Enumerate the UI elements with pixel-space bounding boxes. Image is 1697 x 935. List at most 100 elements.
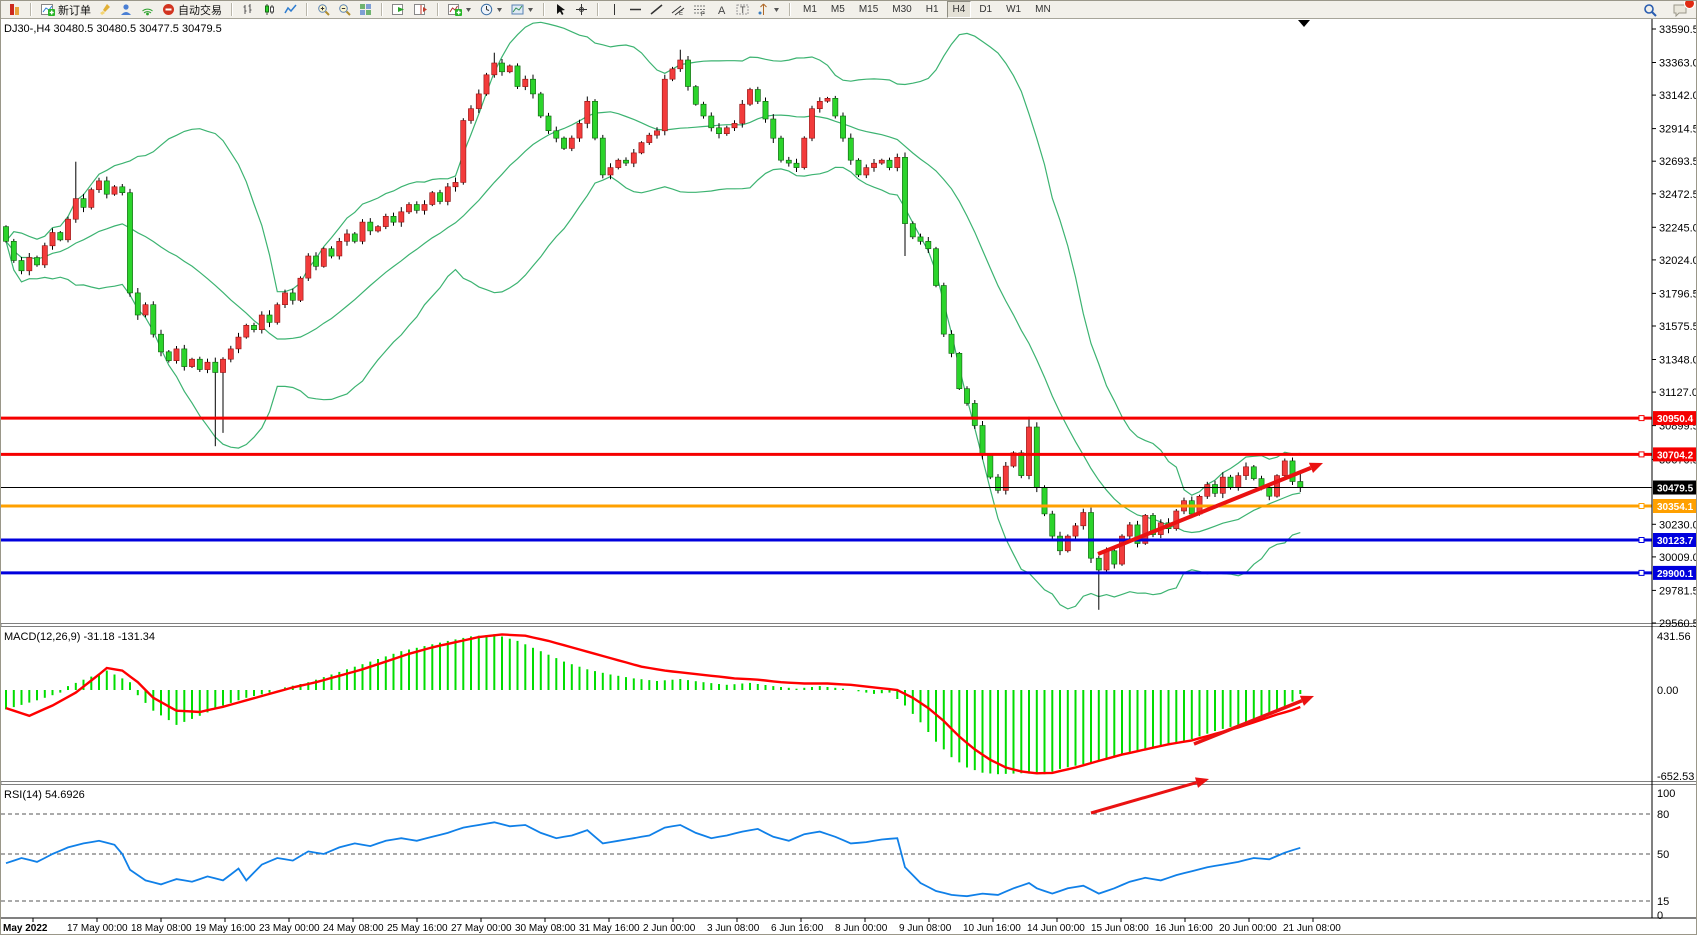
timeframe-m1-button[interactable]: M1 (797, 1, 823, 18)
template-icon (511, 3, 524, 16)
resistance-1-handle[interactable] (1639, 416, 1644, 421)
candle-body (205, 362, 210, 369)
templates-button[interactable] (507, 1, 538, 18)
timeframe-m15-button[interactable]: M15 (853, 1, 884, 18)
crosshair-button[interactable] (571, 1, 592, 18)
candle-body (771, 119, 776, 138)
toolbar-separator (30, 3, 32, 16)
styler-button[interactable] (95, 1, 116, 18)
candle-body (166, 352, 171, 361)
time-axis-label: 20 Jun 00:00 (1219, 923, 1277, 934)
bar-chart-button[interactable] (238, 1, 259, 18)
tile-windows-button[interactable] (355, 1, 376, 18)
indicator-plus-icon (448, 3, 462, 16)
support-2-handle[interactable] (1639, 538, 1644, 543)
candle-body (918, 237, 923, 241)
zoom-in-button[interactable] (313, 1, 334, 18)
chart-plus-icon (41, 3, 55, 16)
candle-body (151, 305, 156, 335)
current-price-badge-text: 30479.5 (1657, 484, 1694, 495)
rsi-trend-arrow[interactable] (1091, 783, 1197, 813)
candle-body (802, 138, 807, 168)
candle-body (763, 101, 768, 119)
tile-icon (359, 3, 372, 16)
arrows-button[interactable] (753, 1, 784, 18)
price-trend-arrow-head[interactable] (1309, 463, 1323, 473)
label-button[interactable]: T (732, 1, 753, 18)
macd-trend-arrow-head[interactable] (1300, 696, 1314, 706)
timeframe-w1-button[interactable]: W1 (1000, 1, 1027, 18)
channel-button[interactable]: E (667, 1, 689, 18)
toolbar-separator (543, 3, 545, 16)
chart-area[interactable]: DJ30-,H4 30480.5 30480.5 30477.5 30479.5… (1, 1, 1697, 935)
pointer-group (547, 1, 595, 18)
auto-trading-button[interactable]: 自动交易 (158, 1, 226, 18)
time-axis-label: May 2022 (3, 923, 48, 934)
bollinger-upper-band (6, 22, 1300, 495)
timeframe-mn-button[interactable]: MN (1029, 1, 1057, 18)
candle-body (1236, 476, 1241, 488)
search-button[interactable] (1639, 1, 1661, 18)
pane-separator-2[interactable] (1, 782, 1697, 785)
text-button[interactable]: A (711, 1, 732, 18)
trendline-button[interactable] (646, 1, 667, 18)
toolbar-separator (597, 3, 599, 16)
symbol-ohlc-line: DJ30-,H4 30480.5 30480.5 30477.5 30479.5 (4, 23, 222, 35)
candle-body (50, 233, 55, 246)
time-axis-label: 10 Jun 16:00 (963, 923, 1021, 934)
timeframe-m30-button[interactable]: M30 (886, 1, 917, 18)
time-axis-label: 16 Jun 16:00 (1155, 923, 1213, 934)
horizontal-line-button[interactable] (625, 1, 646, 18)
new-order-button[interactable]: 新订单 (37, 1, 95, 18)
candle-body (879, 160, 884, 163)
candle-body (1104, 551, 1109, 570)
pane-separator-1[interactable] (1, 624, 1697, 627)
market-button[interactable] (116, 1, 137, 18)
chart-shift-marker[interactable] (1298, 20, 1310, 27)
time-axis-label: 15 Jun 08:00 (1091, 923, 1149, 934)
candle-chart-button[interactable] (259, 1, 280, 18)
notifications-button[interactable] (1669, 1, 1692, 18)
chart-shift-button[interactable] (410, 1, 432, 18)
macd-trend-arrow[interactable] (1194, 701, 1302, 744)
auto-scroll-button[interactable] (388, 1, 410, 18)
periods-button[interactable] (476, 1, 507, 18)
rsi-axis-label: 80 (1657, 809, 1669, 821)
vertical-line-button[interactable] (604, 1, 625, 18)
candle-body (631, 153, 636, 163)
cursor-icon (554, 3, 567, 16)
candle-body (259, 315, 264, 330)
support-1-handle[interactable] (1639, 504, 1644, 509)
candle-body (910, 224, 915, 237)
candle-body (174, 349, 179, 361)
bollinger-middle-band (6, 112, 1300, 533)
candle-body (577, 123, 582, 138)
candle-body (848, 138, 853, 160)
timeframe-h1-button[interactable]: H1 (920, 1, 945, 18)
candle-body (437, 193, 442, 202)
candle-body (352, 234, 357, 241)
candle-body (732, 123, 737, 127)
zoom-out-button[interactable] (334, 1, 355, 18)
svg-text:A: A (718, 5, 726, 16)
scroll-group (385, 1, 435, 18)
candle-body (670, 69, 675, 79)
support-3-handle[interactable] (1639, 570, 1644, 575)
candle-body (499, 63, 504, 72)
resistance-2-handle[interactable] (1639, 452, 1644, 457)
timeframe-d1-button[interactable]: D1 (973, 1, 998, 18)
candle-body (1220, 477, 1225, 493)
zoom-out-icon (338, 3, 351, 16)
price-axis-label: 32693.5 (1659, 156, 1697, 168)
timeframe-h4-button[interactable]: H4 (947, 1, 972, 18)
candle-icon (263, 3, 276, 16)
cursor-button[interactable] (550, 1, 571, 18)
signals-button[interactable] (137, 1, 158, 18)
mt-logo[interactable] (4, 1, 25, 18)
candle-body (1050, 514, 1055, 536)
timeframe-m5-button[interactable]: M5 (825, 1, 851, 18)
fibonacci-button[interactable]: F (689, 1, 711, 18)
indicators-button[interactable] (444, 1, 476, 18)
time-axis-label: 30 May 08:00 (515, 923, 576, 934)
line-chart-button[interactable] (280, 1, 301, 18)
